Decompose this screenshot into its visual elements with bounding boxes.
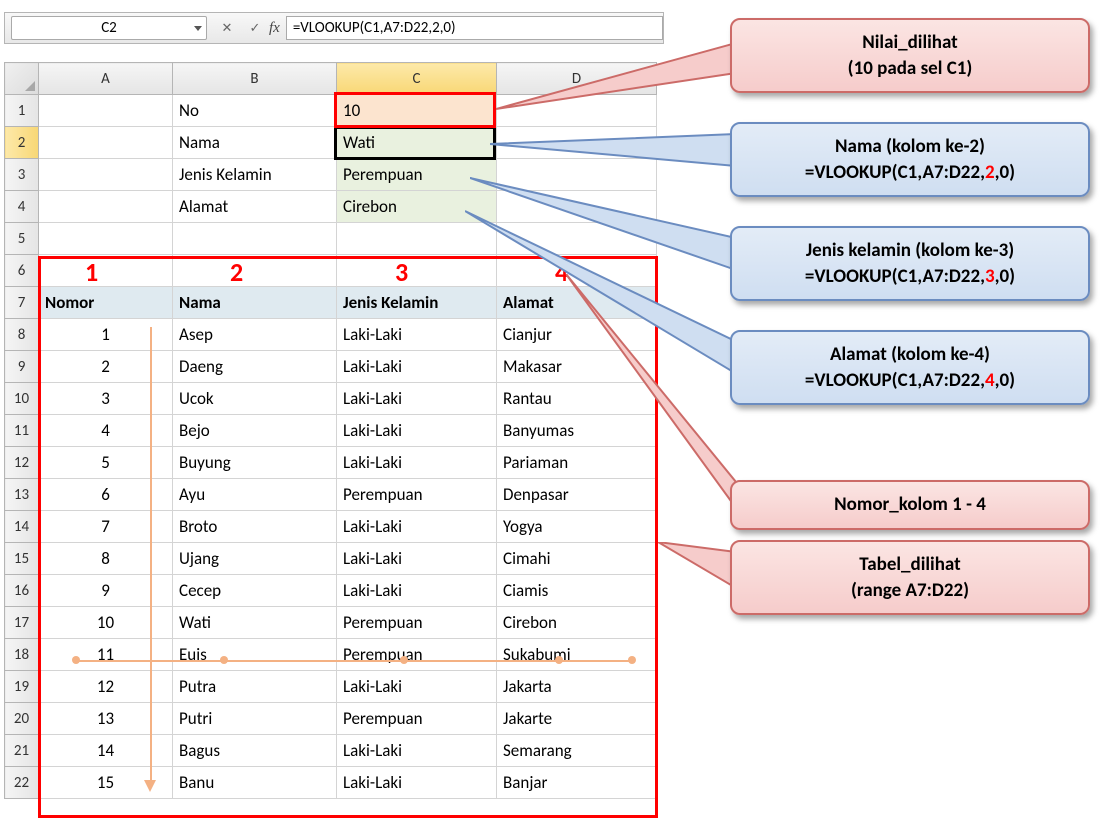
fx-icon[interactable]: fx: [269, 20, 280, 37]
colnum-1: 1: [85, 256, 98, 288]
callout-nomor-kolom: Nomor_kolom 1 - 4: [730, 480, 1090, 530]
cell[interactable]: [497, 159, 657, 191]
callout-formula: =VLOOKUP(C1,A7:D22,4,0): [805, 369, 1015, 392]
callout-text: Nomor_kolom 1 - 4: [834, 493, 986, 516]
cell[interactable]: [39, 95, 173, 127]
row-header[interactable]: 3: [5, 159, 39, 191]
cell[interactable]: [497, 127, 657, 159]
callout-jk: Jenis kelamin (kolom ke-3) =VLOOKUP(C1,A…: [730, 226, 1090, 301]
cancel-icon[interactable]: ✕: [215, 17, 239, 39]
row-header[interactable]: 9: [5, 351, 39, 383]
col-header-D[interactable]: D: [497, 63, 657, 95]
row-header[interactable]: 12: [5, 447, 39, 479]
name-box-dropdown-icon[interactable]: [194, 26, 202, 31]
col-header-A[interactable]: A: [39, 63, 173, 95]
name-box-value: C2: [101, 19, 117, 37]
annotation-box-table: [38, 256, 658, 818]
cell[interactable]: [497, 95, 657, 127]
formula-text: =VLOOKUP(C1,A7:D22,2,0): [293, 19, 456, 37]
callout-text: Jenis kelamin (kolom ke-3): [806, 239, 1014, 262]
row-header[interactable]: 17: [5, 607, 39, 639]
callout-text: (10 pada sel C1): [848, 57, 973, 80]
col-header-C[interactable]: C: [337, 63, 497, 95]
cell[interactable]: [39, 159, 173, 191]
colnum-3: 3: [395, 256, 408, 288]
row-header[interactable]: 11: [5, 415, 39, 447]
row-header[interactable]: 19: [5, 671, 39, 703]
cell[interactable]: Jenis Kelamin: [173, 159, 337, 191]
enter-icon[interactable]: ✓: [243, 17, 267, 39]
cell[interactable]: Perempuan: [337, 159, 497, 191]
active-cell-border: [334, 126, 496, 160]
annotation-box-c1: [334, 92, 496, 128]
row-header[interactable]: 8: [5, 319, 39, 351]
callout-text: Nilai_dilihat: [862, 31, 958, 54]
name-box[interactable]: C2: [11, 16, 207, 40]
row-header[interactable]: 20: [5, 703, 39, 735]
cell[interactable]: [497, 191, 657, 223]
row-header[interactable]: 5: [5, 223, 39, 255]
row-header[interactable]: 13: [5, 479, 39, 511]
cell[interactable]: No: [173, 95, 337, 127]
row-header[interactable]: 1: [5, 95, 39, 127]
cell[interactable]: Cirebon: [337, 191, 497, 223]
callout-alamat: Alamat (kolom ke-4) =VLOOKUP(C1,A7:D22,4…: [730, 330, 1090, 405]
cell[interactable]: [173, 223, 337, 255]
callout-nama: Nama (kolom ke-2) =VLOOKUP(C1,A7:D22,2,0…: [730, 122, 1090, 197]
callout-text: Alamat (kolom ke-4): [830, 343, 990, 366]
formula-bar-row: C2 ✕ ✓ fx =VLOOKUP(C1,A7:D22,2,0): [4, 12, 664, 44]
colnum-4: 4: [555, 256, 568, 288]
row-header[interactable]: 10: [5, 383, 39, 415]
colnum-2: 2: [230, 256, 243, 288]
formula-input[interactable]: =VLOOKUP(C1,A7:D22,2,0): [286, 16, 663, 40]
select-all-corner[interactable]: [5, 63, 39, 95]
callout-nilai-dilihat: Nilai_dilihat (10 pada sel C1): [730, 18, 1090, 93]
row-header[interactable]: 15: [5, 543, 39, 575]
row-header[interactable]: 7: [5, 287, 39, 319]
row-header[interactable]: 22: [5, 767, 39, 799]
row-header[interactable]: 2: [5, 127, 39, 159]
col-header-B[interactable]: B: [173, 63, 337, 95]
cell[interactable]: [337, 223, 497, 255]
cell[interactable]: Alamat: [173, 191, 337, 223]
formula-bar: ✕ ✓ fx =VLOOKUP(C1,A7:D22,2,0): [213, 13, 663, 43]
callout-formula: =VLOOKUP(C1,A7:D22,2,0): [805, 161, 1015, 184]
cell[interactable]: [39, 223, 173, 255]
row-header[interactable]: 18: [5, 639, 39, 671]
row-header[interactable]: 16: [5, 575, 39, 607]
callout-text: Nama (kolom ke-2): [835, 135, 985, 158]
row-header[interactable]: 6: [5, 255, 39, 287]
cell[interactable]: [39, 191, 173, 223]
row-header[interactable]: 21: [5, 735, 39, 767]
callout-text: Tabel_dilihat: [859, 553, 960, 576]
row-header[interactable]: 4: [5, 191, 39, 223]
callout-formula: =VLOOKUP(C1,A7:D22,3,0): [805, 265, 1015, 288]
cell[interactable]: Nama: [173, 127, 337, 159]
row-header[interactable]: 14: [5, 511, 39, 543]
callout-tail-icon: [658, 542, 736, 612]
callout-text: (range A7:D22): [851, 579, 969, 602]
callout-tabel-dilihat: Tabel_dilihat (range A7:D22): [730, 540, 1090, 615]
cell[interactable]: [497, 223, 657, 255]
cell[interactable]: [39, 127, 173, 159]
